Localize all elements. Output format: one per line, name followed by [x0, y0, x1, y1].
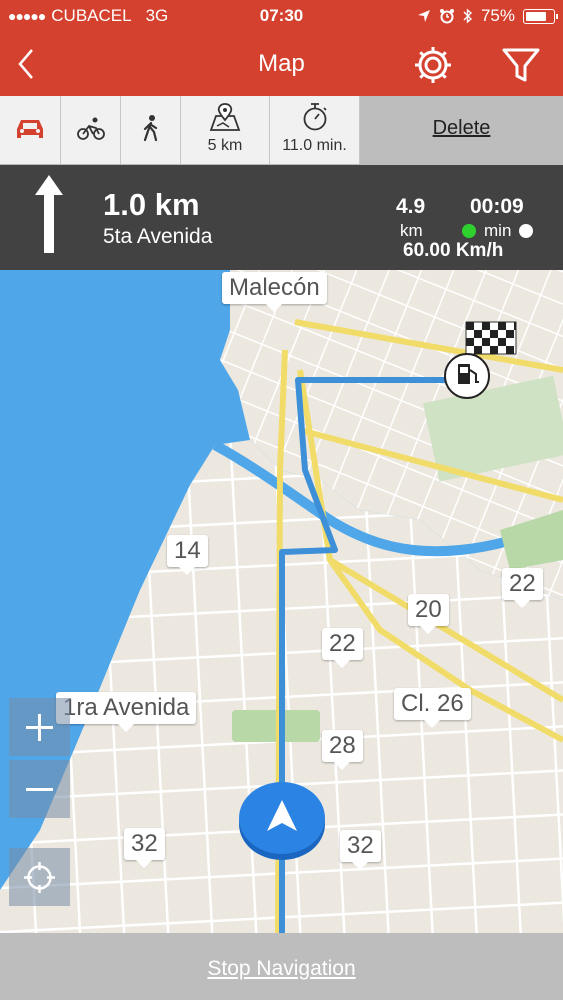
zoom-in-button[interactable]	[9, 698, 70, 756]
page-title: Map	[258, 50, 305, 77]
fuel-station-icon[interactable]	[444, 353, 490, 399]
distance-label: 5 km	[207, 137, 243, 154]
remaining-distance-unit: km	[400, 221, 423, 240]
map-label-20: 20	[408, 594, 449, 626]
walking-icon	[143, 115, 157, 142]
plus-icon	[26, 714, 53, 741]
map-view[interactable]: Malecón 14 22 20 22 1ra Avenida Cl. 26 2…	[0, 270, 563, 933]
recenter-button[interactable]	[9, 848, 70, 906]
stopwatch-icon	[303, 103, 327, 131]
map-label-32-east: 32	[340, 830, 381, 862]
straight-arrow-icon	[35, 175, 63, 253]
current-location-icon	[239, 782, 325, 860]
filter-icon[interactable]	[498, 42, 544, 88]
remaining-time: 00:09	[470, 195, 524, 218]
time-label: 11.0 min.	[282, 137, 347, 154]
current-speed: 60.00 Km/h	[403, 240, 504, 261]
map-label-28: 28	[322, 730, 363, 762]
bluetooth-icon	[463, 8, 472, 24]
car-icon	[17, 120, 43, 138]
remaining-time-unit: min	[484, 221, 512, 240]
remaining-time-unit-row: min	[462, 221, 534, 241]
status-dot-icon	[519, 224, 534, 238]
location-arrow-icon	[417, 10, 430, 22]
mode-time-button[interactable]: 11.0 min.	[270, 96, 360, 164]
map-label-1ra-avenida: 1ra Avenida	[56, 692, 197, 724]
map-label-malecon: Malecón	[222, 272, 327, 304]
map-label-32-west: 32	[124, 828, 165, 860]
direction-panel: 1.0 km 5ta Avenida 4.9 km 00:09 min 60.0…	[0, 165, 563, 270]
minus-icon	[26, 788, 53, 791]
bicycle-icon	[76, 117, 105, 140]
map-pin-icon	[209, 103, 241, 131]
delete-button[interactable]: Delete	[360, 96, 563, 165]
stop-navigation-button[interactable]: Stop Navigation	[207, 957, 355, 981]
finish-flag-icon	[465, 321, 517, 355]
map-label-14: 14	[167, 535, 208, 567]
mode-distance-button[interactable]: 5 km	[181, 96, 270, 164]
map-label-22-east: 22	[502, 568, 543, 600]
mode-car-button[interactable]	[0, 96, 61, 164]
street-name: 5ta Avenida	[103, 225, 213, 248]
bottom-bar: Stop Navigation	[0, 933, 563, 1000]
battery-percent: 75%	[480, 6, 515, 25]
crosshair-icon	[24, 862, 55, 893]
next-turn-distance: 1.0 km	[103, 187, 200, 222]
nav-bar: Map	[0, 32, 563, 96]
map-label-22: 22	[322, 628, 363, 660]
status-bar: ●●●●● CUBACEL 3G 07:30 75%	[0, 0, 563, 32]
battery-icon	[523, 8, 558, 24]
mode-walk-button[interactable]	[121, 96, 181, 164]
mode-bike-button[interactable]	[61, 96, 121, 164]
remaining-distance: 4.9	[396, 195, 426, 218]
gear-icon[interactable]	[410, 42, 456, 88]
zoom-out-button[interactable]	[9, 760, 70, 818]
gps-status-dot-icon	[462, 224, 476, 238]
alarm-icon	[439, 9, 454, 24]
map-label-cl26: Cl. 26	[394, 688, 471, 720]
